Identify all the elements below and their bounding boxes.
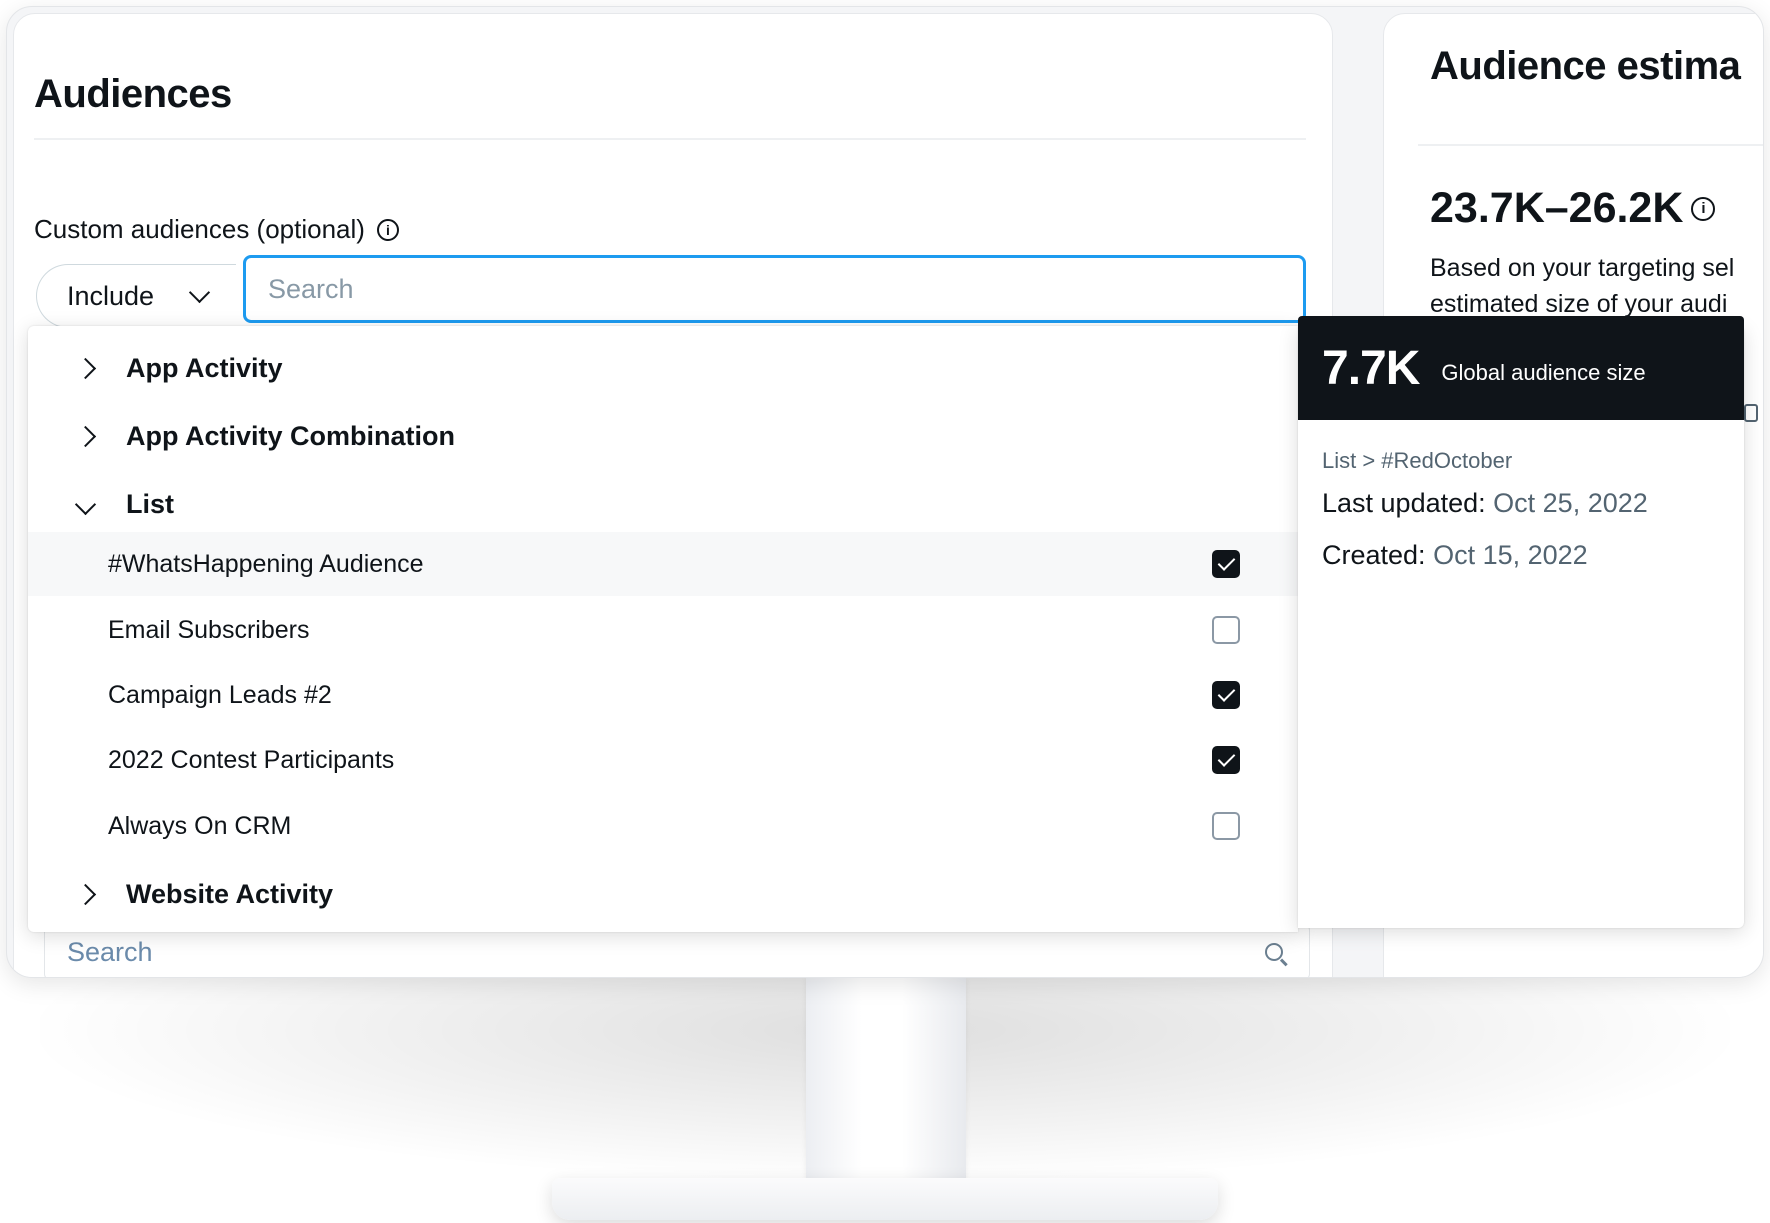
audience-estimate-range: 23.7K–26.2K i: [1430, 184, 1716, 233]
divider: [34, 138, 1306, 140]
include-select[interactable]: Include: [36, 264, 236, 328]
audience-search-input[interactable]: [243, 255, 1306, 323]
monitor-stand-neck: [806, 978, 966, 1190]
group-website-activity[interactable]: Website Activity: [72, 864, 333, 924]
checkbox[interactable]: [1212, 550, 1240, 578]
chevron-down-icon: [188, 281, 211, 303]
info-icon[interactable]: i: [376, 218, 399, 241]
audience-estimate-description: Based on your targeting sel estimated si…: [1430, 250, 1760, 322]
checkbox[interactable]: [1212, 812, 1240, 840]
list-item-label: Email Subscribers: [108, 615, 310, 644]
audience-detail-header: 7.7K Global audience size: [1298, 316, 1744, 420]
audience-dropdown: App Activity App Activity Combination Li…: [28, 326, 1298, 932]
list-item[interactable]: Campaign Leads #2: [28, 663, 1298, 727]
list-item[interactable]: #WhatsHappening Audience: [28, 532, 1298, 596]
group-app-activity[interactable]: App Activity: [72, 338, 283, 398]
list-item-label: Campaign Leads #2: [108, 680, 332, 709]
search-icon[interactable]: [1265, 943, 1283, 961]
list-item[interactable]: Always On CRM: [28, 794, 1298, 858]
chevron-right-icon: [74, 357, 96, 379]
copy-icon[interactable]: [1744, 404, 1758, 422]
audience-detail-breadcrumb: List > #RedOctober: [1322, 448, 1513, 473]
page-title: Audiences: [34, 72, 232, 116]
last-updated-value: Oct 25, 2022: [1493, 488, 1648, 518]
group-label: List: [126, 488, 175, 519]
list-item-label: #WhatsHappening Audience: [108, 549, 424, 578]
created-value: Oct 15, 2022: [1433, 540, 1588, 570]
checkbox[interactable]: [1212, 746, 1240, 774]
chevron-down-icon: [74, 493, 96, 515]
checkbox[interactable]: [1212, 616, 1240, 644]
divider: [1418, 144, 1763, 146]
group-label: App Activity Combination: [126, 420, 455, 451]
lower-search-placeholder: Search: [67, 936, 153, 967]
list-item-label: 2022 Contest Participants: [108, 745, 395, 774]
audience-estimate-title: Audience estima: [1430, 44, 1741, 88]
audience-estimate-range-value: 23.7K–26.2K: [1430, 184, 1684, 232]
monitor-stand-base: [552, 1178, 1218, 1220]
custom-audiences-label: Custom audiences (optional) i: [34, 214, 399, 245]
audience-estimate-description-line: Based on your targeting sel: [1430, 254, 1735, 282]
chevron-right-icon: [74, 425, 96, 447]
list-item-label: Always On CRM: [108, 811, 292, 840]
list-item[interactable]: Email Subscribers: [28, 598, 1298, 662]
custom-audiences-label-text: Custom audiences (optional): [34, 214, 365, 244]
created-label: Created:: [1322, 540, 1426, 570]
lower-search-field[interactable]: Search: [44, 924, 1310, 977]
list-item[interactable]: 2022 Contest Participants: [28, 728, 1298, 792]
group-app-activity-combination[interactable]: App Activity Combination: [72, 406, 455, 466]
created-row: Created: Oct 15, 2022: [1322, 540, 1588, 571]
group-label: App Activity: [126, 352, 283, 383]
include-select-value: Include: [67, 280, 155, 311]
group-list[interactable]: List: [72, 474, 174, 534]
last-updated-row: Last updated: Oct 25, 2022: [1322, 488, 1648, 519]
checkbox[interactable]: [1212, 681, 1240, 709]
global-audience-size-label: Global audience size: [1441, 360, 1646, 385]
global-audience-size-value: 7.7K: [1322, 341, 1420, 395]
last-updated-label: Last updated:: [1322, 488, 1486, 518]
info-icon[interactable]: i: [1691, 196, 1716, 221]
group-label: Website Activity: [126, 878, 334, 909]
chevron-right-icon: [74, 883, 96, 905]
